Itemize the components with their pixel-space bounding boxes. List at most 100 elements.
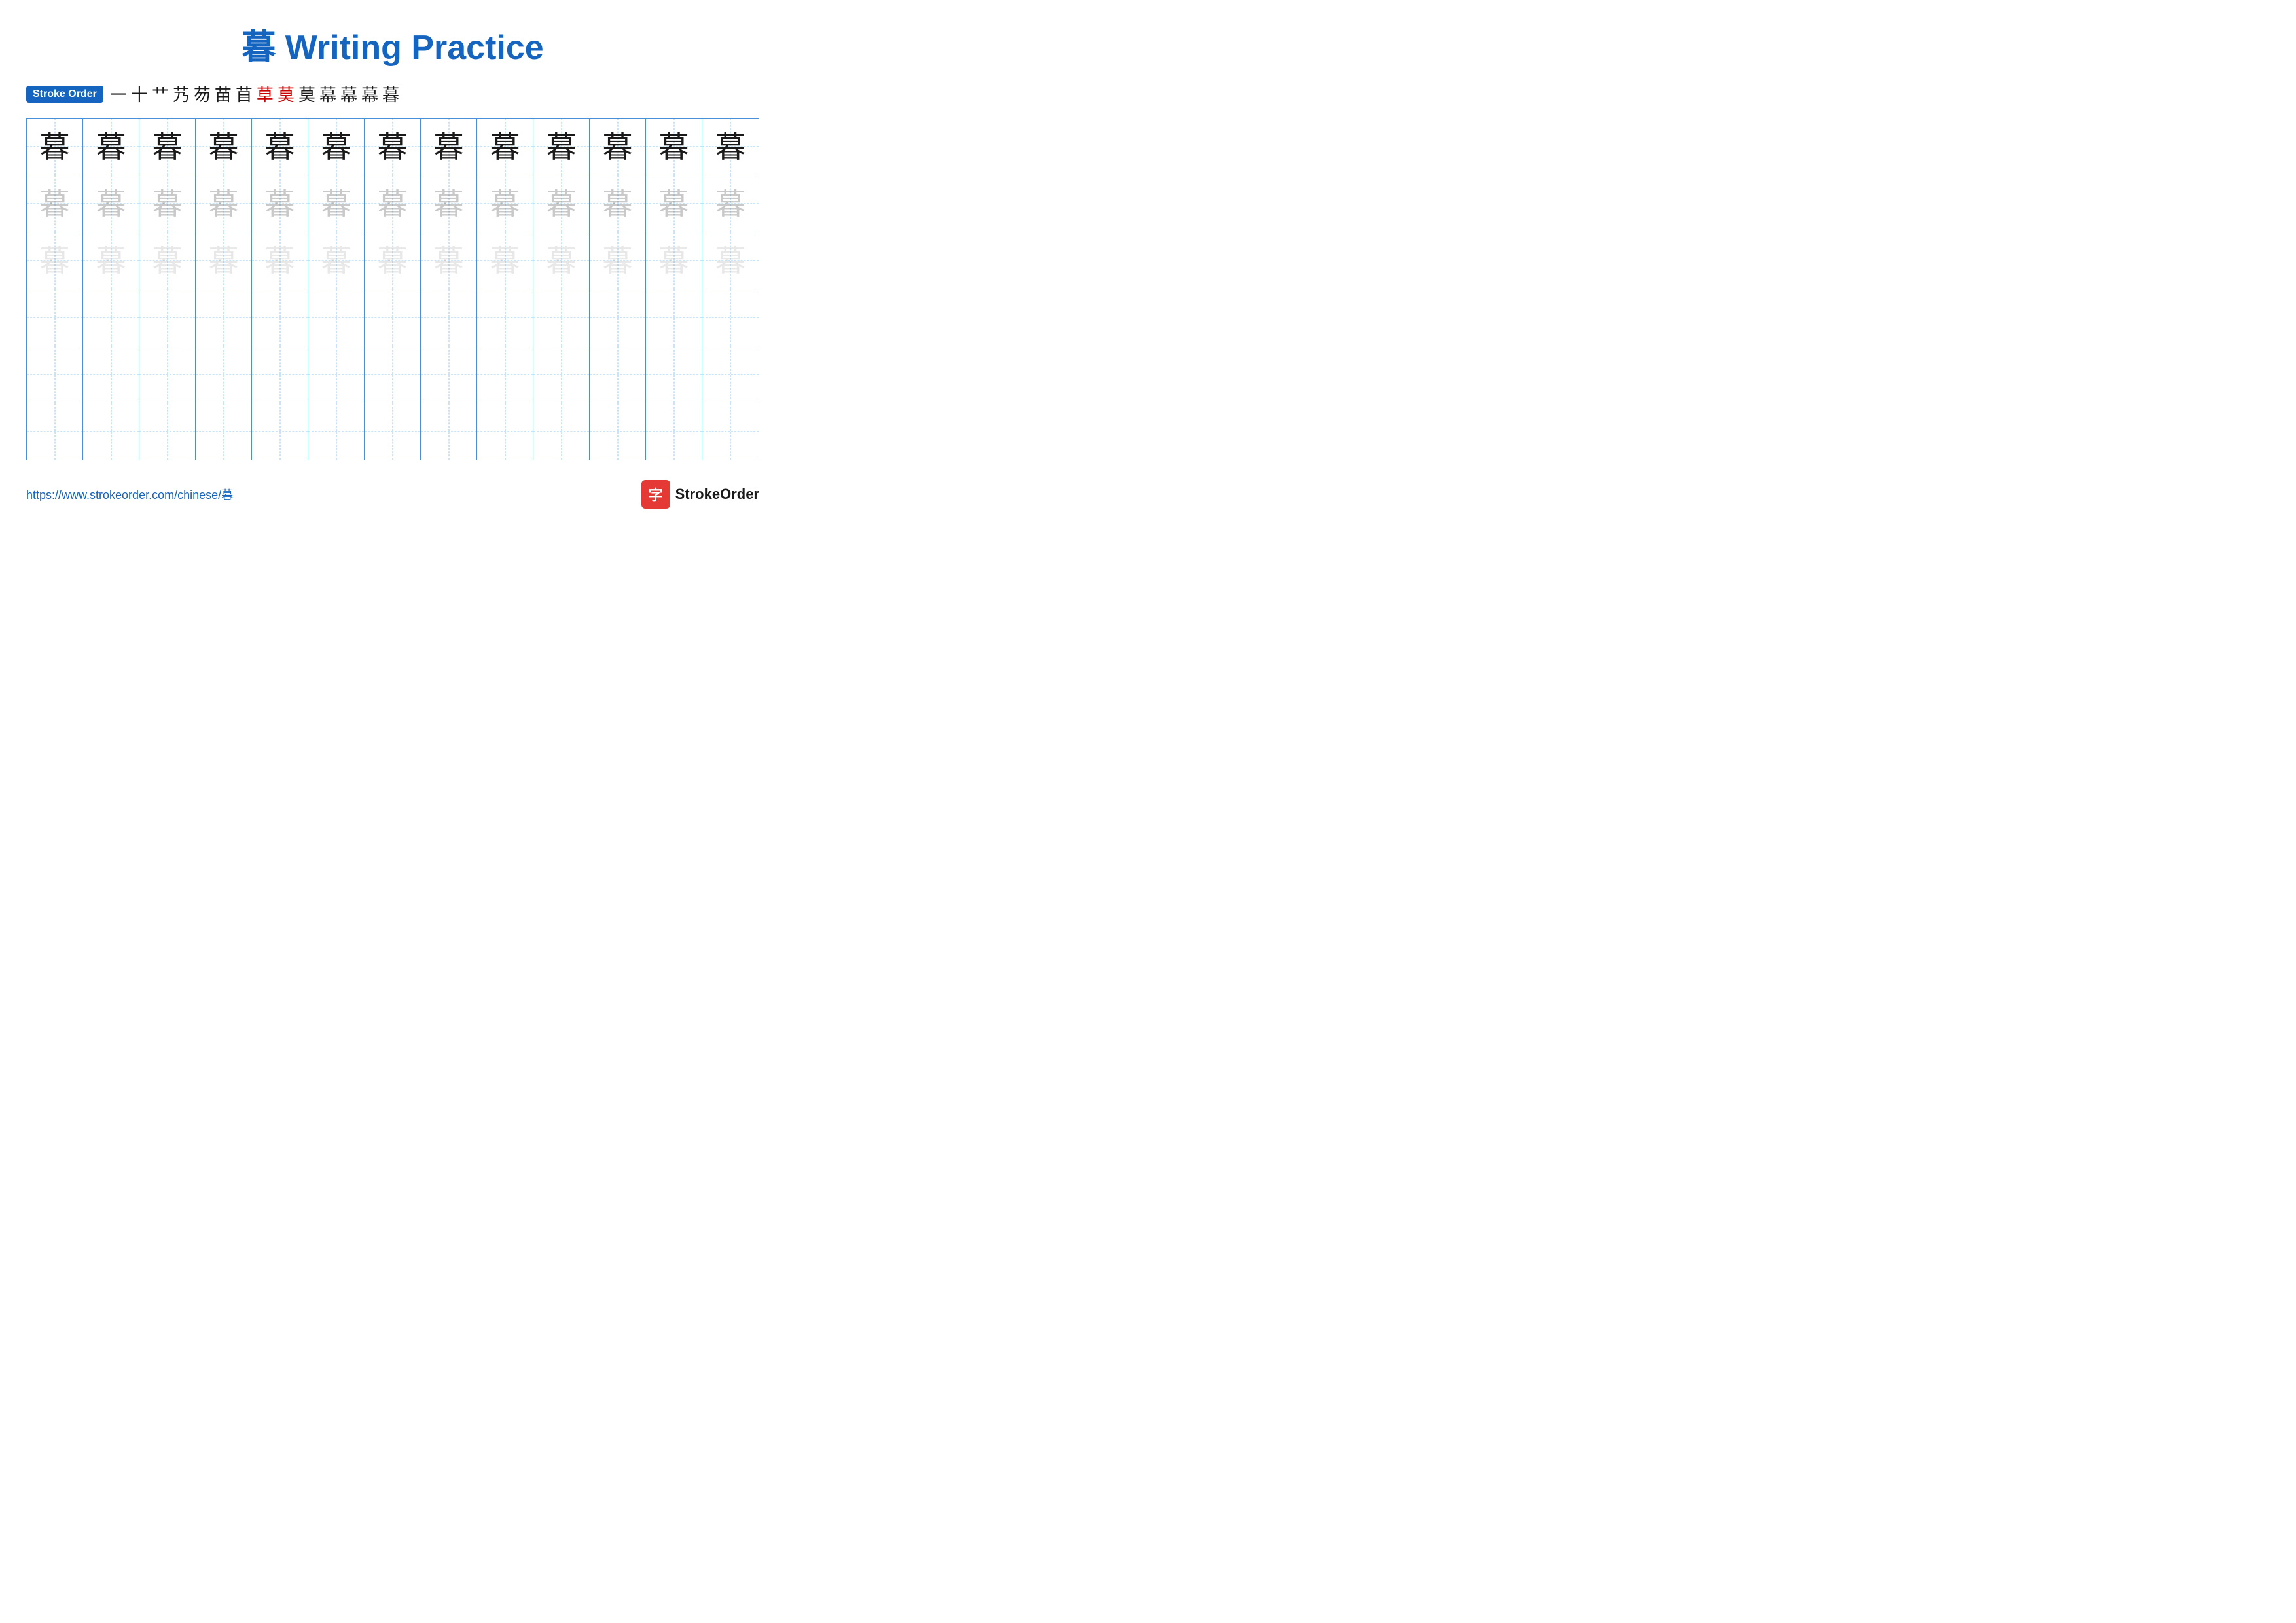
grid-cell-5-10[interactable] [590,403,646,460]
grid-cell-0-1[interactable]: 暮 [83,119,139,175]
grid-cell-4-9[interactable] [533,346,590,403]
stroke-seq-char-4: 芴 [194,82,211,106]
grid-cell-1-6[interactable]: 暮 [365,175,421,232]
grid-cell-5-11[interactable] [646,403,702,460]
grid-cell-3-5[interactable] [308,289,365,346]
grid-cell-3-0[interactable] [27,289,83,346]
grid-cell-1-12[interactable]: 暮 [702,175,759,232]
grid-cell-0-4[interactable]: 暮 [252,119,308,175]
grid-cell-2-4[interactable]: 暮 [252,232,308,289]
grid-cell-4-12[interactable] [702,346,759,403]
grid-cell-4-8[interactable] [477,346,533,403]
grid-cell-0-0[interactable]: 暮 [27,119,83,175]
grid-cell-0-8[interactable]: 暮 [477,119,533,175]
stroke-seq-char-12: 幕 [361,82,378,106]
grid-cell-5-6[interactable] [365,403,421,460]
grid-cell-0-12[interactable]: 暮 [702,119,759,175]
grid-cell-4-3[interactable] [196,346,252,403]
cell-char-1-7: 暮 [434,189,464,219]
grid-cell-4-11[interactable] [646,346,702,403]
cell-char-2-9: 暮 [547,246,577,276]
grid-cell-0-10[interactable]: 暮 [590,119,646,175]
grid-cell-3-11[interactable] [646,289,702,346]
grid-cell-1-1[interactable]: 暮 [83,175,139,232]
cell-char-1-10: 暮 [603,189,633,219]
grid-cell-3-10[interactable] [590,289,646,346]
grid-cell-5-3[interactable] [196,403,252,460]
grid-cell-4-6[interactable] [365,346,421,403]
grid-cell-0-9[interactable]: 暮 [533,119,590,175]
grid-cell-5-2[interactable] [139,403,196,460]
grid-cell-0-5[interactable]: 暮 [308,119,365,175]
grid-cell-4-2[interactable] [139,346,196,403]
grid-cell-0-2[interactable]: 暮 [139,119,196,175]
grid-cell-4-10[interactable] [590,346,646,403]
grid-cell-0-11[interactable]: 暮 [646,119,702,175]
grid-cell-4-0[interactable] [27,346,83,403]
grid-cell-5-5[interactable] [308,403,365,460]
grid-cell-3-9[interactable] [533,289,590,346]
grid-cell-1-4[interactable]: 暮 [252,175,308,232]
grid-cell-2-0[interactable]: 暮 [27,232,83,289]
footer-brand: 字 StrokeOrder [641,480,759,509]
grid-cell-3-4[interactable] [252,289,308,346]
grid-cell-1-8[interactable]: 暮 [477,175,533,232]
grid-row-0: 暮暮暮暮暮暮暮暮暮暮暮暮暮 [27,119,759,175]
grid-cell-3-3[interactable] [196,289,252,346]
grid-cell-4-7[interactable] [421,346,477,403]
cell-char-1-9: 暮 [547,189,577,219]
title-text: Writing Practice [285,29,544,67]
grid-cell-2-5[interactable]: 暮 [308,232,365,289]
cell-char-0-0: 暮 [40,132,70,162]
stroke-seq-char-6: 苜 [236,82,253,106]
grid-cell-5-4[interactable] [252,403,308,460]
grid-cell-3-1[interactable] [83,289,139,346]
grid-cell-1-3[interactable]: 暮 [196,175,252,232]
cell-char-0-11: 暮 [659,132,689,162]
grid-cell-2-8[interactable]: 暮 [477,232,533,289]
grid-cell-1-2[interactable]: 暮 [139,175,196,232]
grid-cell-4-4[interactable] [252,346,308,403]
footer-url[interactable]: https://www.strokeorder.com/chinese/暮 [26,486,233,503]
cell-char-0-1: 暮 [96,132,126,162]
grid-cell-3-2[interactable] [139,289,196,346]
grid-cell-2-12[interactable]: 暮 [702,232,759,289]
grid-cell-2-3[interactable]: 暮 [196,232,252,289]
cell-char-0-5: 暮 [321,132,351,162]
stroke-seq-char-1: 十 [131,82,148,106]
grid-cell-4-5[interactable] [308,346,365,403]
grid-cell-0-6[interactable]: 暮 [365,119,421,175]
grid-cell-4-1[interactable] [83,346,139,403]
grid-cell-5-9[interactable] [533,403,590,460]
grid-cell-5-7[interactable] [421,403,477,460]
grid-cell-3-6[interactable] [365,289,421,346]
brand-name: StrokeOrder [675,486,759,503]
grid-cell-5-12[interactable] [702,403,759,460]
stroke-seq-char-11: 幕 [340,82,357,106]
grid-cell-2-2[interactable]: 暮 [139,232,196,289]
grid-cell-3-12[interactable] [702,289,759,346]
grid-cell-5-0[interactable] [27,403,83,460]
grid-cell-2-11[interactable]: 暮 [646,232,702,289]
grid-cell-2-6[interactable]: 暮 [365,232,421,289]
cell-char-1-6: 暮 [378,189,408,219]
grid-cell-1-0[interactable]: 暮 [27,175,83,232]
grid-cell-5-8[interactable] [477,403,533,460]
grid-cell-3-7[interactable] [421,289,477,346]
grid-cell-1-11[interactable]: 暮 [646,175,702,232]
grid-cell-1-9[interactable]: 暮 [533,175,590,232]
grid-cell-3-8[interactable] [477,289,533,346]
grid-cell-2-7[interactable]: 暮 [421,232,477,289]
footer: https://www.strokeorder.com/chinese/暮 字 … [26,480,759,509]
grid-cell-1-7[interactable]: 暮 [421,175,477,232]
grid-cell-0-3[interactable]: 暮 [196,119,252,175]
grid-cell-1-10[interactable]: 暮 [590,175,646,232]
grid-cell-2-10[interactable]: 暮 [590,232,646,289]
grid-cell-0-7[interactable]: 暮 [421,119,477,175]
cell-char-2-12: 暮 [715,246,745,276]
grid-cell-2-9[interactable]: 暮 [533,232,590,289]
grid-cell-2-1[interactable]: 暮 [83,232,139,289]
grid-cell-5-1[interactable] [83,403,139,460]
grid-cell-1-5[interactable]: 暮 [308,175,365,232]
cell-char-1-3: 暮 [209,189,239,219]
